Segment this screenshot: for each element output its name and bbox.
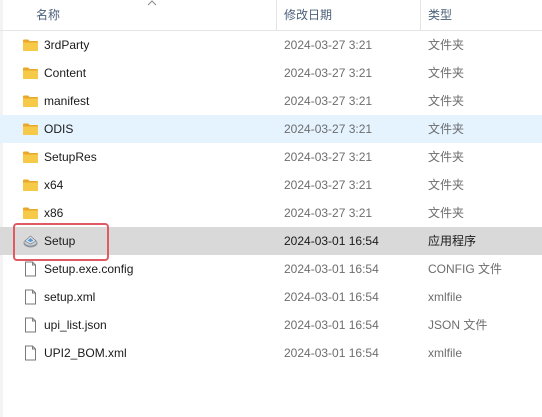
file-explorer-window: 名称 修改日期 类型 3rdParty 2024-03-27 3:21 文件夹 … [0,0,542,417]
column-header-name[interactable]: 名称 [36,0,276,30]
file-type: xmlfile [428,346,463,360]
file-row[interactable]: x86 2024-03-27 3:21 文件夹 [0,199,542,227]
file-date-modified: 2024-03-27 3:21 [284,150,373,164]
file-date-modified: 2024-03-01 16:54 [284,318,379,332]
file-type: 文件夹 [428,94,465,108]
file-icon [22,345,39,361]
file-name: x64 [44,178,64,192]
column-divider[interactable] [420,0,421,30]
file-name: manifest [44,94,90,108]
file-date-modified: 2024-03-01 16:54 [284,234,379,248]
folder-icon [22,121,39,137]
setup-app-icon [22,233,39,249]
file-row[interactable]: manifest 2024-03-27 3:21 文件夹 [0,87,542,115]
column-header-type[interactable]: 类型 [428,0,542,30]
file-date-modified: 2024-03-01 16:54 [284,262,379,276]
folder-icon [22,177,39,193]
file-row[interactable]: x64 2024-03-27 3:21 文件夹 [0,171,542,199]
file-type: JSON 文件 [428,318,488,332]
file-icon [22,289,39,305]
file-type: CONFIG 文件 [428,262,502,276]
folder-icon [22,149,39,165]
file-type: 文件夹 [428,150,465,164]
file-icon [22,261,39,277]
file-type: xmlfile [428,290,463,304]
file-name: UPI2_BOM.xml [44,346,127,360]
file-date-modified: 2024-03-27 3:21 [284,122,373,136]
file-date-modified: 2024-03-27 3:21 [284,94,373,108]
file-name: SetupRes [44,150,97,164]
file-row[interactable]: UPI2_BOM.xml 2024-03-01 16:54 xmlfile [0,339,542,367]
file-name: x86 [44,206,64,220]
folder-icon [22,205,39,221]
file-row[interactable]: ODIS 2024-03-27 3:21 文件夹 [0,115,542,143]
file-name: Setup.exe.config [44,262,134,276]
file-list: 3rdParty 2024-03-27 3:21 文件夹 Content 202… [0,31,542,367]
file-name: Setup [44,234,76,248]
file-type: 文件夹 [428,66,465,80]
file-type: 文件夹 [428,178,465,192]
file-date-modified: 2024-03-27 3:21 [284,66,373,80]
file-name: Content [44,66,87,80]
file-row[interactable]: SetupRes 2024-03-27 3:21 文件夹 [0,143,542,171]
file-type: 应用程序 [428,234,477,248]
file-date-modified: 2024-03-27 3:21 [284,206,373,220]
file-date-modified: 2024-03-01 16:54 [284,346,379,360]
folder-icon [22,37,39,53]
file-row[interactable]: Setup.exe.config 2024-03-01 16:54 CONFIG… [0,255,542,283]
file-type: 文件夹 [428,122,465,136]
file-type: 文件夹 [428,206,465,220]
column-header-bar: 名称 修改日期 类型 [0,0,542,31]
file-row[interactable]: Setup 2024-03-01 16:54 应用程序 [0,227,542,255]
file-row[interactable]: setup.xml 2024-03-01 16:54 xmlfile [0,283,542,311]
file-name: upi_list.json [44,318,107,332]
file-date-modified: 2024-03-27 3:21 [284,178,373,192]
file-row[interactable]: Content 2024-03-27 3:21 文件夹 [0,59,542,87]
file-name: setup.xml [44,290,96,304]
column-divider[interactable] [276,0,277,30]
file-date-modified: 2024-03-27 3:21 [284,38,373,52]
file-type: 文件夹 [428,38,465,52]
file-icon [22,317,39,333]
file-row[interactable]: upi_list.json 2024-03-01 16:54 JSON 文件 [0,311,542,339]
file-row[interactable]: 3rdParty 2024-03-27 3:21 文件夹 [0,31,542,59]
folder-icon [22,93,39,109]
file-name: ODIS [44,122,74,136]
folder-icon [22,65,39,81]
file-date-modified: 2024-03-01 16:54 [284,290,379,304]
file-name: 3rdParty [44,38,90,52]
column-header-date-modified[interactable]: 修改日期 [284,0,418,30]
